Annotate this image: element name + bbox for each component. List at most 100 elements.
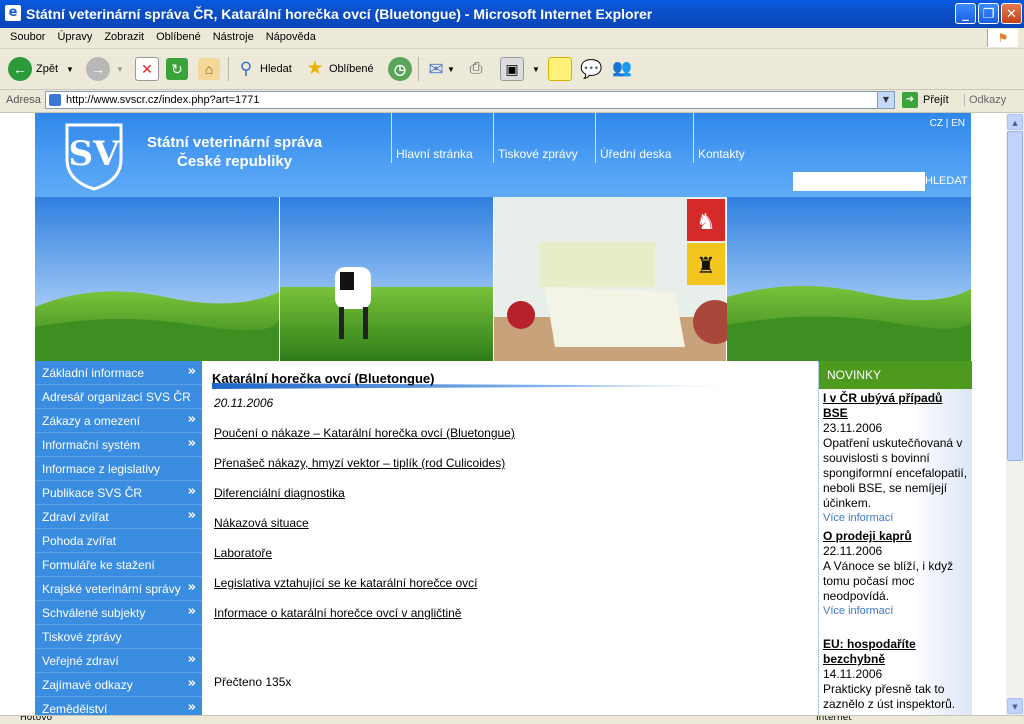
chevron-down-icon[interactable]: ▼ [66, 65, 74, 74]
scroll-up-icon[interactable]: ▲ [1007, 114, 1023, 130]
topnav-link-contacts[interactable]: Kontakty [698, 147, 745, 161]
forward-button[interactable]: → ▼ [86, 55, 124, 83]
favorites-label: Oblíbené [329, 63, 374, 75]
favorites-button[interactable]: ★ Oblíbené [304, 55, 374, 83]
star-icon: ★ [306, 58, 324, 79]
nav-item-9[interactable]: Krajské veterinární správy » [35, 577, 202, 601]
news-text: Opatřenί uskutečňovaná v souvislosti s b… [823, 436, 968, 510]
site-name-line2: České republiky [177, 153, 293, 170]
menu-upravy[interactable]: Úpravy [51, 28, 98, 46]
nav-item-0[interactable]: Základní informace » [35, 361, 202, 385]
nav-item-12[interactable]: Veřejné zdraví » [35, 649, 202, 673]
toolbar: ← Zpět ▼ → ▼ ✕ ↻ ⌂ ⚲ Hledat ★ Oblíbené ◷… [0, 49, 1024, 90]
back-arrow-icon: ← [8, 57, 32, 81]
nav-item-13[interactable]: Zajímavé odkazy » [35, 673, 202, 697]
article-link[interactable]: Diferenciální diagnostika [214, 486, 345, 500]
print-button[interactable]: ⎙ [465, 55, 487, 83]
scroll-thumb[interactable] [1007, 131, 1023, 461]
messenger-icon: 👥 [612, 60, 632, 77]
article-link[interactable]: Legislativa vztahující se ke katarální h… [214, 576, 477, 590]
article-link[interactable]: Laboratoře [214, 546, 272, 560]
nav-item-4[interactable]: Informace z legislativy [35, 457, 202, 481]
article-link[interactable]: Poučení o nákaze – Katarální horečka ovc… [214, 426, 515, 440]
chevron-down-icon[interactable]: ▼ [447, 65, 455, 74]
menu-nastroje[interactable]: Nástroje [207, 28, 260, 46]
zone-text: Internet [816, 715, 852, 723]
go-button[interactable]: ➔ Přejít [902, 92, 949, 108]
back-button[interactable]: ← Zpět ▼ [8, 55, 74, 83]
close-button[interactable]: ✕ [1001, 3, 1022, 24]
read-count: Přečteno 135x [214, 675, 292, 689]
home-button[interactable]: ⌂ [198, 55, 220, 83]
news-date: 14.11.2006 [823, 667, 883, 681]
article-link[interactable]: Informace o katarální horečce ovcí v ang… [214, 606, 461, 620]
chevron-right-icon: » [187, 604, 196, 619]
nav-item-5[interactable]: Publikace SVS ČR » [35, 481, 202, 505]
language-switch[interactable]: CZ | EN [930, 118, 965, 129]
history-icon: ◷ [388, 57, 412, 81]
nav-item-8[interactable]: Formuláře ke stažení [35, 553, 202, 577]
chevron-right-icon: » [187, 484, 196, 499]
site-search-input[interactable] [793, 172, 925, 191]
topnav-link-press[interactable]: Tiskové zprávy [498, 147, 578, 161]
news-title[interactable]: I v ČR ubývá případů BSE [823, 391, 968, 421]
maximize-button[interactable]: ❐ [978, 3, 999, 24]
news-text: Prakticky přesně tak to zaznělo z úst in… [823, 682, 956, 711]
menu-soubor[interactable]: Soubor [4, 28, 51, 46]
article-link[interactable]: Nákazová situace [214, 516, 309, 530]
mail-button[interactable]: ✉ ▼ [425, 55, 455, 83]
topnav-link-board[interactable]: Úřední deska [600, 147, 671, 161]
chevron-right-icon: » [187, 508, 196, 523]
topnav-link-home[interactable]: Hlavní stránka [396, 147, 473, 161]
nav-item-10[interactable]: Schválené subjekty » [35, 601, 202, 625]
minimize-button[interactable]: _ [955, 3, 976, 24]
search-button[interactable]: ⚲ Hledat [235, 55, 292, 83]
links-toolbar[interactable]: Odkazy [964, 94, 1006, 106]
news-item: EU: hospodaříte bezchybně 14.11.2006 Pra… [823, 637, 968, 712]
address-url[interactable]: http://www.svscr.cz/index.php?art=1771 [66, 94, 260, 106]
home-icon: ⌂ [198, 58, 220, 80]
messenger-button[interactable]: 👥 [611, 55, 633, 83]
news-more-link[interactable]: Více informací [823, 511, 968, 526]
address-input[interactable]: http://www.svscr.cz/index.php?art=1771 ▼ [45, 91, 895, 109]
edit-icon: ▣ [500, 57, 524, 81]
news-title[interactable]: O prodeji kaprů [823, 529, 968, 544]
nav-label: Formuláře ke stažení [42, 558, 155, 572]
chevron-down-icon[interactable]: ▼ [877, 92, 894, 108]
news-date: 23.11.2006 [823, 421, 883, 435]
news-more-link[interactable]: Více informací [823, 604, 968, 619]
nav-item-3[interactable]: Informační systém » [35, 433, 202, 457]
history-button[interactable]: ◷ [388, 55, 412, 83]
nav-item-2[interactable]: Zákazy a omezení » [35, 409, 202, 433]
nav-item-14[interactable]: Zemědělství » [35, 697, 202, 715]
nav-item-7[interactable]: Pohoda zvířat [35, 529, 202, 553]
nav-item-1[interactable]: Adresář organizací SVS ČR [35, 385, 202, 409]
refresh-button[interactable]: ↻ [166, 55, 188, 83]
menu-napoveda[interactable]: Nápověda [260, 28, 322, 46]
menu-zobrazit[interactable]: Zobrazit [98, 28, 150, 46]
chevron-down-icon[interactable]: ▼ [532, 65, 540, 74]
menu-oblibene[interactable]: Oblíbené [150, 28, 207, 46]
chevron-down-icon[interactable]: ▼ [116, 65, 124, 74]
site-search-button[interactable]: HLEDAT [925, 175, 968, 187]
svg-text:♞: ♞ [696, 210, 716, 235]
nav-item-11[interactable]: Tiskové zprávy [35, 625, 202, 649]
news-title[interactable]: EU: hospodaříte bezchybně [823, 637, 968, 667]
notes-button[interactable] [548, 55, 572, 83]
article-link[interactable]: Přenašeč nákazy, hmyzí vektor – tiplík (… [214, 456, 505, 470]
nav-label: Pohoda zvířat [42, 534, 117, 548]
nav-item-6[interactable]: Zdraví zvířat » [35, 505, 202, 529]
site-name: Státní veterinární správa České republik… [147, 133, 322, 171]
address-label: Adresa [6, 94, 41, 106]
scroll-down-icon[interactable]: ▼ [1007, 698, 1023, 714]
edit-button[interactable]: ▣ ▼ [500, 55, 540, 83]
address-bar: Adresa http://www.svscr.cz/index.php?art… [0, 90, 1024, 113]
go-arrow-icon: ➔ [902, 92, 918, 108]
discuss-button[interactable]: 💬 [580, 55, 602, 83]
svs-logo: SV [65, 123, 123, 191]
vertical-scrollbar[interactable]: ▲ ▼ [1006, 113, 1024, 715]
news-sidebar: NOVINKY I v ČR ubývá případů BSE 23.11.2… [818, 361, 972, 715]
mail-icon: ✉ [428, 59, 444, 79]
stop-button[interactable]: ✕ [135, 55, 159, 83]
go-label: Přejít [923, 94, 949, 106]
